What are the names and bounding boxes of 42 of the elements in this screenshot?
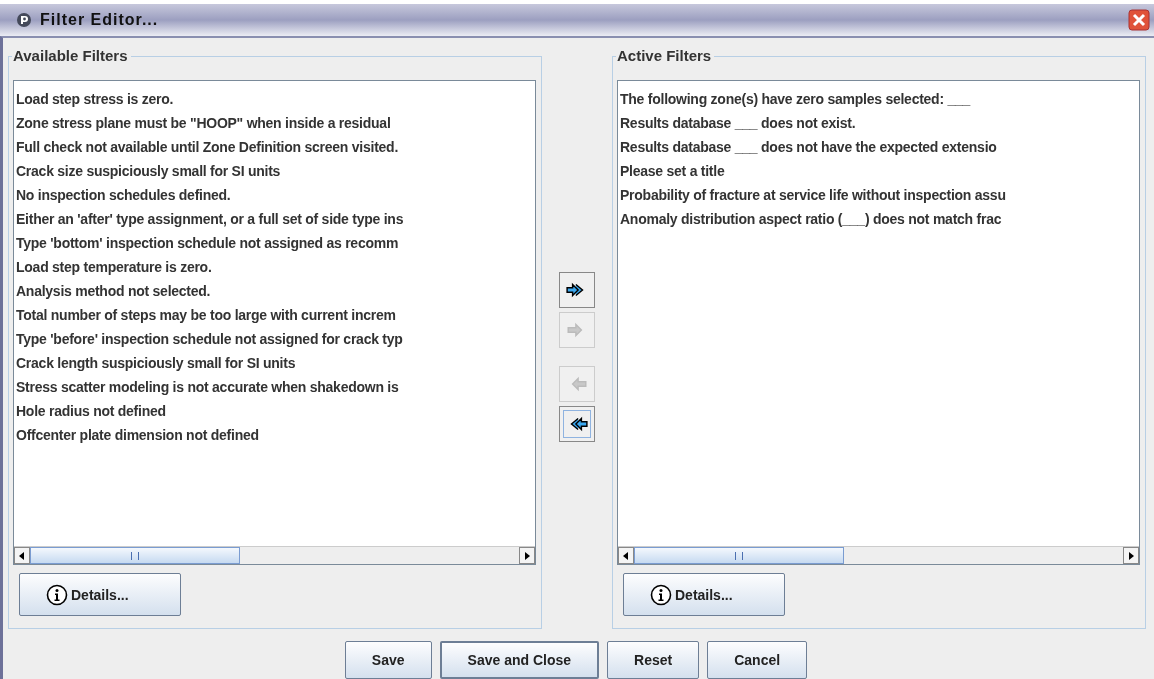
list-item[interactable]: Anomaly distribution aspect ratio (___) does not match frac	[620, 207, 1139, 231]
app-icon	[16, 12, 32, 28]
panel-title: Available Filters	[12, 47, 131, 64]
info-icon	[650, 583, 672, 606]
list-item[interactable]: Zone stress plane must be "HOOP" when inside a residual	[16, 111, 535, 135]
dialog-button[interactable]: Reset	[607, 641, 700, 679]
dialog-button[interactable]: Save and Close	[439, 641, 600, 679]
left-arrow-icon[interactable]	[622, 551, 630, 560]
list-item[interactable]: Analysis method not selected.	[16, 279, 535, 303]
dialog-button[interactable]: Save	[344, 641, 432, 679]
right-arrow-icon[interactable]	[1127, 551, 1135, 560]
list-item[interactable]: Hole radius not defined	[16, 399, 535, 423]
panel-title: Active Filters	[616, 47, 715, 64]
list-item[interactable]: Total number of steps may be too large with current increm	[16, 303, 535, 327]
horizontal-scrollbar[interactable]	[14, 546, 535, 564]
list-item[interactable]: Please set a title	[620, 159, 1139, 183]
move-button[interactable]	[559, 406, 595, 442]
list-item[interactable]: Probability of fracture at service life without inspection assu	[620, 183, 1139, 207]
move-button[interactable]	[559, 272, 595, 308]
list-item[interactable]: Type 'before' inspection schedule not assigned for crack typ	[16, 327, 535, 351]
list-item[interactable]: Crack length suspiciously small for SI units	[16, 351, 535, 375]
list-item[interactable]: Type 'bottom' inspection schedule not assigned as recomm	[16, 231, 535, 255]
list-item[interactable]: No inspection schedules defined.	[16, 183, 535, 207]
list-item[interactable]: Load step temperature is zero.	[16, 255, 535, 279]
list-item[interactable]: Either an 'after' type assignment, or a full set of side type ins	[16, 207, 535, 231]
list-item[interactable]: Load step stress is zero.	[16, 87, 535, 111]
close-icon[interactable]	[1128, 9, 1150, 31]
list-item[interactable]: Results database ___ does not exist.	[620, 111, 1139, 135]
list-item[interactable]: Crack size suspiciously small for SI units	[16, 159, 535, 183]
list-item[interactable]: The following zone(s) have zero samples selected: ___	[620, 87, 1139, 111]
details-button[interactable]: Details...	[623, 573, 785, 616]
horizontal-scrollbar[interactable]	[618, 546, 1139, 564]
list-item[interactable]: Offcenter plate dimension not defined	[16, 423, 535, 447]
left-arrow-icon[interactable]	[18, 551, 26, 560]
right-arrow-icon[interactable]	[523, 551, 531, 560]
dialog-button[interactable]: Cancel	[707, 641, 808, 679]
info-icon	[46, 583, 68, 606]
list-item[interactable]: Results database ___ does not have the expected extensio	[620, 135, 1139, 159]
details-button[interactable]: Details...	[19, 573, 181, 616]
list-item[interactable]: Full check not available until Zone Definition screen visited.	[16, 135, 535, 159]
window-title: Filter Editor...	[40, 11, 159, 29]
list-item[interactable]: Stress scatter modeling is not accurate when shakedown is	[16, 375, 535, 399]
